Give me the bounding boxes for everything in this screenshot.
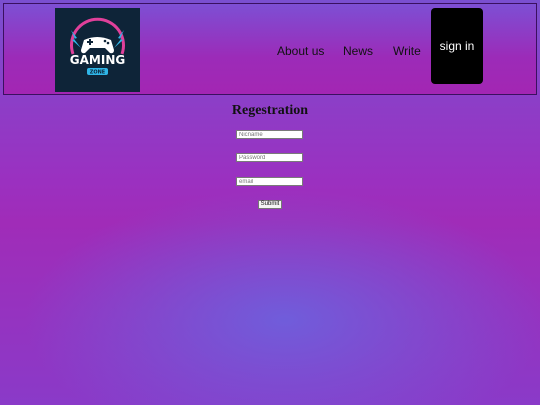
logo-subtext: ZONE xyxy=(90,70,106,76)
gamepad-icon: GAMING ZONE xyxy=(70,17,125,76)
logo-text: GAMING xyxy=(70,53,125,67)
nav-write[interactable]: Write xyxy=(393,44,421,58)
nav-news[interactable]: News xyxy=(343,44,373,58)
sign-in-label: sign in xyxy=(439,39,475,53)
sign-in-button[interactable]: sign in xyxy=(431,8,483,84)
password-input[interactable] xyxy=(236,153,303,162)
site-header: GAMING ZONE About us News Write sign in xyxy=(3,3,537,95)
email-input[interactable] xyxy=(236,177,303,186)
nav-about-us[interactable]: About us xyxy=(277,44,324,58)
submit-button[interactable]: Submit xyxy=(258,200,282,209)
gaming-zone-logo[interactable]: GAMING ZONE xyxy=(55,8,140,92)
nickname-input[interactable] xyxy=(236,130,303,139)
registration-title: Regestration xyxy=(231,103,309,118)
